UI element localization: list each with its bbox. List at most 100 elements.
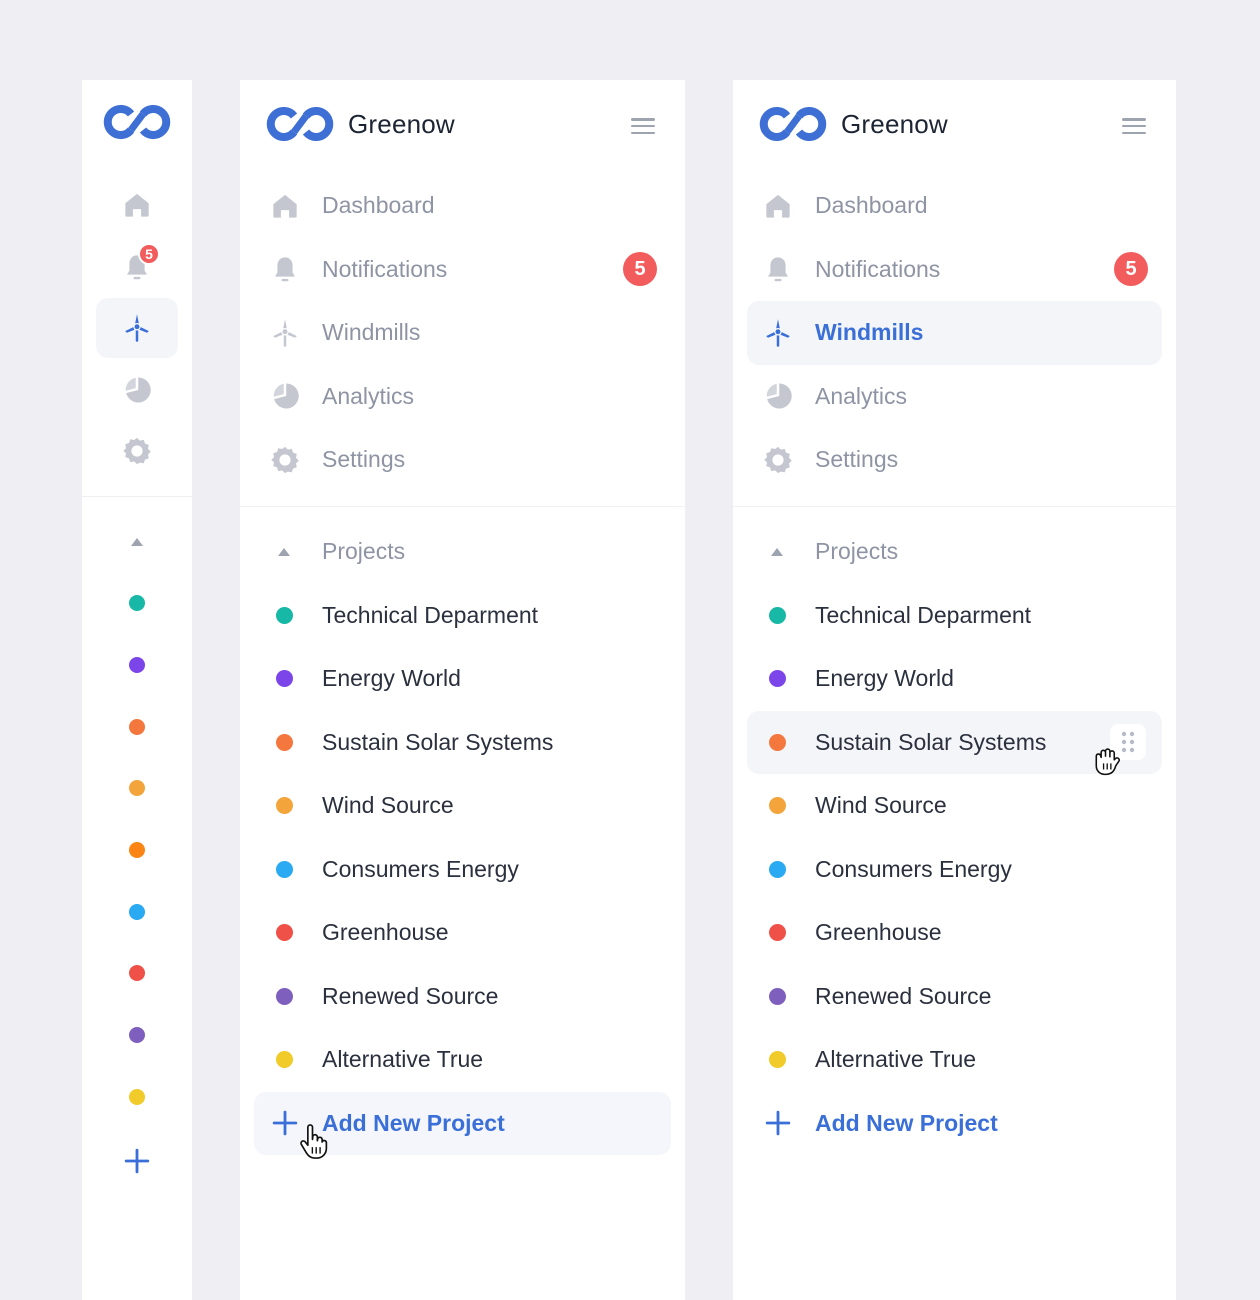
brand[interactable]: Greenow xyxy=(757,104,948,144)
infinity-logo-icon xyxy=(264,107,336,141)
windmill-icon xyxy=(763,318,793,348)
project-item[interactable]: Wind Source xyxy=(254,774,671,838)
project-label: Consumers Energy xyxy=(322,855,519,882)
divider xyxy=(240,506,685,507)
main-nav: Dashboard Notifications 5 Windmills Anal… xyxy=(747,174,1162,492)
caret-up-icon xyxy=(129,536,145,548)
project-item[interactable]: Consumers Energy xyxy=(747,838,1162,902)
project-label: Technical Deparment xyxy=(815,601,1032,628)
add-project-button[interactable] xyxy=(122,1146,152,1176)
plus-icon xyxy=(124,1148,150,1174)
project-item[interactable]: Technical Deparment xyxy=(747,584,1162,648)
project-label: Alternative True xyxy=(322,1046,484,1073)
grip-dots-icon xyxy=(1121,731,1135,753)
mini-nav-analytics[interactable] xyxy=(96,360,178,420)
project-label: Wind Source xyxy=(815,792,947,819)
project-item[interactable]: Wind Source xyxy=(747,774,1162,838)
project-dot[interactable] xyxy=(129,1027,145,1043)
infinity-logo-icon[interactable] xyxy=(101,105,173,139)
home-icon xyxy=(764,192,792,220)
pie-chart-icon xyxy=(122,375,152,405)
home-icon xyxy=(271,192,299,220)
project-item[interactable]: Renewed Source xyxy=(747,965,1162,1029)
mini-nav-dashboard[interactable] xyxy=(96,175,178,235)
project-color-dot xyxy=(769,670,786,688)
nav-item-settings[interactable]: Settings xyxy=(254,428,671,492)
nav-label: Windmills xyxy=(815,319,924,346)
plus-icon xyxy=(765,1110,791,1136)
project-dot[interactable] xyxy=(129,1089,145,1105)
project-dot[interactable] xyxy=(129,965,145,981)
caret-up-icon xyxy=(276,546,292,558)
project-item[interactable]: Renewed Source xyxy=(254,965,671,1029)
project-dot[interactable] xyxy=(129,780,145,796)
nav-label: Analytics xyxy=(815,382,908,409)
bell-icon xyxy=(764,255,792,283)
project-item[interactable]: Consumers Energy xyxy=(254,838,671,902)
add-new-project-button[interactable]: Add New Project xyxy=(254,1091,671,1155)
project-label: Renewed Source xyxy=(815,982,992,1009)
nav-label: Dashboard xyxy=(322,192,435,219)
brand-name: Greenow xyxy=(348,108,455,139)
project-color-dot xyxy=(769,1051,786,1069)
mini-nav-settings[interactable] xyxy=(96,421,178,481)
gear-icon xyxy=(122,436,152,466)
hamburger-menu-icon[interactable] xyxy=(1122,116,1146,136)
mini-nav-windmills[interactable] xyxy=(96,298,178,358)
caret-up-icon xyxy=(769,546,785,558)
projects-toggle[interactable] xyxy=(129,536,145,548)
bell-icon xyxy=(271,255,299,283)
notification-badge: 5 xyxy=(1114,252,1148,287)
project-label: Energy World xyxy=(815,665,954,692)
project-item[interactable]: Greenhouse xyxy=(747,901,1162,965)
project-item[interactable]: Greenhouse xyxy=(254,901,671,965)
projects-toggle[interactable]: Projects xyxy=(747,520,1162,584)
nav-item-dashboard[interactable]: Dashboard xyxy=(747,174,1162,238)
project-dot[interactable] xyxy=(129,595,145,611)
project-item[interactable]: Sustain Solar Systems xyxy=(254,711,671,775)
project-label: Wind Source xyxy=(322,792,454,819)
project-label: Alternative True xyxy=(815,1046,977,1073)
nav-label: Analytics xyxy=(322,382,415,409)
add-new-project-button[interactable]: Add New Project xyxy=(747,1092,1162,1156)
project-dot[interactable] xyxy=(129,842,145,858)
nav-label: Notifications xyxy=(815,255,941,282)
project-item[interactable]: Energy World xyxy=(747,647,1162,711)
project-item[interactable]: Technical Deparment xyxy=(254,584,671,648)
nav-item-analytics[interactable]: Analytics xyxy=(254,365,671,429)
project-color-dot xyxy=(769,860,786,878)
project-color-dot xyxy=(276,670,293,688)
nav-item-notifications[interactable]: Notifications 5 xyxy=(254,238,671,302)
divider xyxy=(733,506,1176,507)
project-item[interactable]: Sustain Solar Systems xyxy=(747,710,1162,774)
nav-item-dashboard[interactable]: Dashboard xyxy=(254,174,671,238)
home-icon xyxy=(123,191,151,219)
brand[interactable]: Greenow xyxy=(264,104,455,144)
projects-toggle[interactable]: Projects xyxy=(254,520,671,584)
pie-chart-icon xyxy=(763,381,793,411)
nav-label: Dashboard xyxy=(815,192,928,219)
project-label: Greenhouse xyxy=(322,919,449,946)
project-item[interactable]: Energy World xyxy=(254,647,671,711)
project-dot[interactable] xyxy=(129,719,145,735)
nav-item-notifications[interactable]: Notifications 5 xyxy=(747,238,1162,302)
nav-item-windmills[interactable]: Windmills xyxy=(747,301,1162,365)
nav-item-analytics[interactable]: Analytics xyxy=(747,365,1162,429)
add-new-project-label: Add New Project xyxy=(815,1109,998,1136)
project-color-dot xyxy=(769,797,786,815)
nav-label: Settings xyxy=(322,446,406,473)
project-dot[interactable] xyxy=(129,904,145,920)
project-color-dot xyxy=(276,733,293,751)
drag-handle[interactable] xyxy=(1110,724,1146,761)
nav-item-settings[interactable]: Settings xyxy=(747,428,1162,492)
hamburger-menu-icon[interactable] xyxy=(631,116,655,136)
nav-item-windmills[interactable]: Windmills xyxy=(254,301,671,365)
project-dot[interactable] xyxy=(129,657,145,673)
project-color-dot xyxy=(769,733,786,751)
project-item[interactable]: Alternative True xyxy=(747,1028,1162,1092)
nav-label: Notifications xyxy=(322,255,448,282)
project-item[interactable]: Alternative True xyxy=(254,1028,671,1092)
project-label: Renewed Source xyxy=(322,982,499,1009)
mini-nav-notifications[interactable] xyxy=(96,237,178,297)
collapsed-sidebar: 5 xyxy=(82,80,192,1300)
